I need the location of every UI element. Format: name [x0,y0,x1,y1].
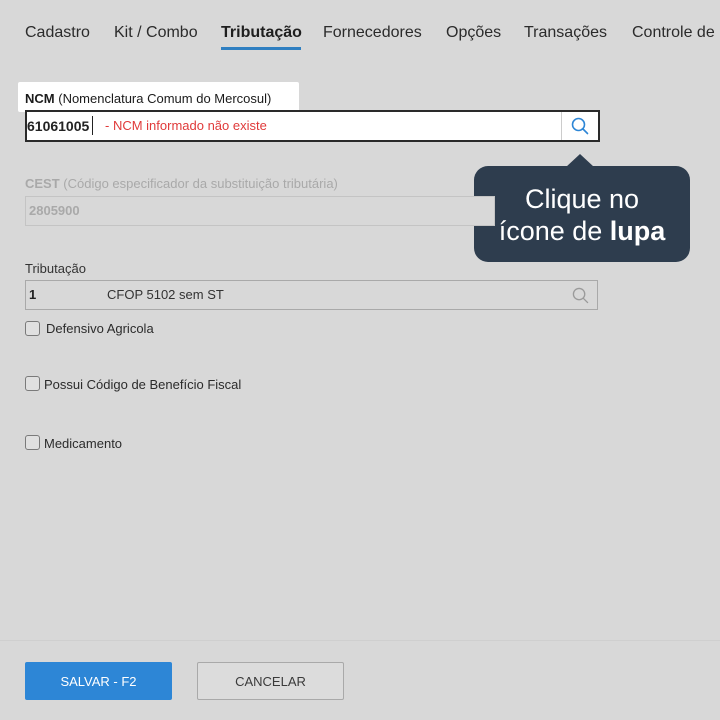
cest-input[interactable] [25,196,495,226]
ncm-label-bold: NCM [25,91,55,106]
tab-kit-combo[interactable]: Kit / Combo [114,24,198,42]
cest-label-bold: CEST [25,176,60,191]
ncm-error-message: - NCM informado não existe [105,118,267,133]
search-icon [571,117,589,135]
tab-opcoes[interactable]: Opções [446,24,501,42]
tooltip-line-1: Clique no [524,184,640,214]
defensivo-agricola-checkbox[interactable] [25,321,40,336]
defensivo-agricola-label[interactable]: Defensivo Agricola [46,321,154,336]
tab-controle[interactable]: Controle de [632,24,715,42]
tab-transacoes[interactable]: Transações [524,24,607,42]
ncm-search-button[interactable] [561,112,598,140]
cest-label-rest: (Código especificador da substituição tr… [63,176,338,191]
medicamento-checkbox[interactable] [25,435,40,450]
tab-tributacao[interactable]: Tributação [221,24,302,42]
footer-divider [0,640,720,641]
cest-label: CEST (Código especificador da substituiç… [25,176,338,191]
search-icon [572,287,588,303]
text-caret [92,116,93,135]
cancel-button[interactable]: CANCELAR [197,662,344,700]
tooltip-line-2: ícone de lupa [474,215,690,247]
tab-bar: Cadastro Kit / Combo Tributação Forneced… [0,0,720,52]
tooltip: Clique no ícone de lupa [474,166,690,262]
tributacao-label: Tributação [25,261,86,276]
active-tab-indicator [221,47,301,50]
tributacao-description: CFOP 5102 sem ST [107,287,224,302]
ncm-label: NCM (Nomenclatura Comum do Mercosul) [25,91,271,106]
tooltip-line-2-bold: lupa [609,216,666,246]
beneficio-fiscal-label[interactable]: Possui Código de Benefício Fiscal [44,377,241,392]
tributacao-code: 1 [29,287,37,302]
tab-fornecedores[interactable]: Fornecedores [323,24,422,42]
tab-cadastro[interactable]: Cadastro [25,24,90,42]
ncm-value[interactable]: 61061005 [27,118,89,134]
tributacao-search-button[interactable] [566,283,594,307]
medicamento-label[interactable]: Medicamento [44,436,122,451]
tooltip-line-2-prefix: ícone de [498,216,603,246]
cest-value: 2805900 [29,203,80,218]
beneficio-fiscal-checkbox[interactable] [25,376,40,391]
ncm-label-rest: (Nomenclatura Comum do Mercosul) [58,91,272,106]
save-button[interactable]: SALVAR - F2 [25,662,172,700]
